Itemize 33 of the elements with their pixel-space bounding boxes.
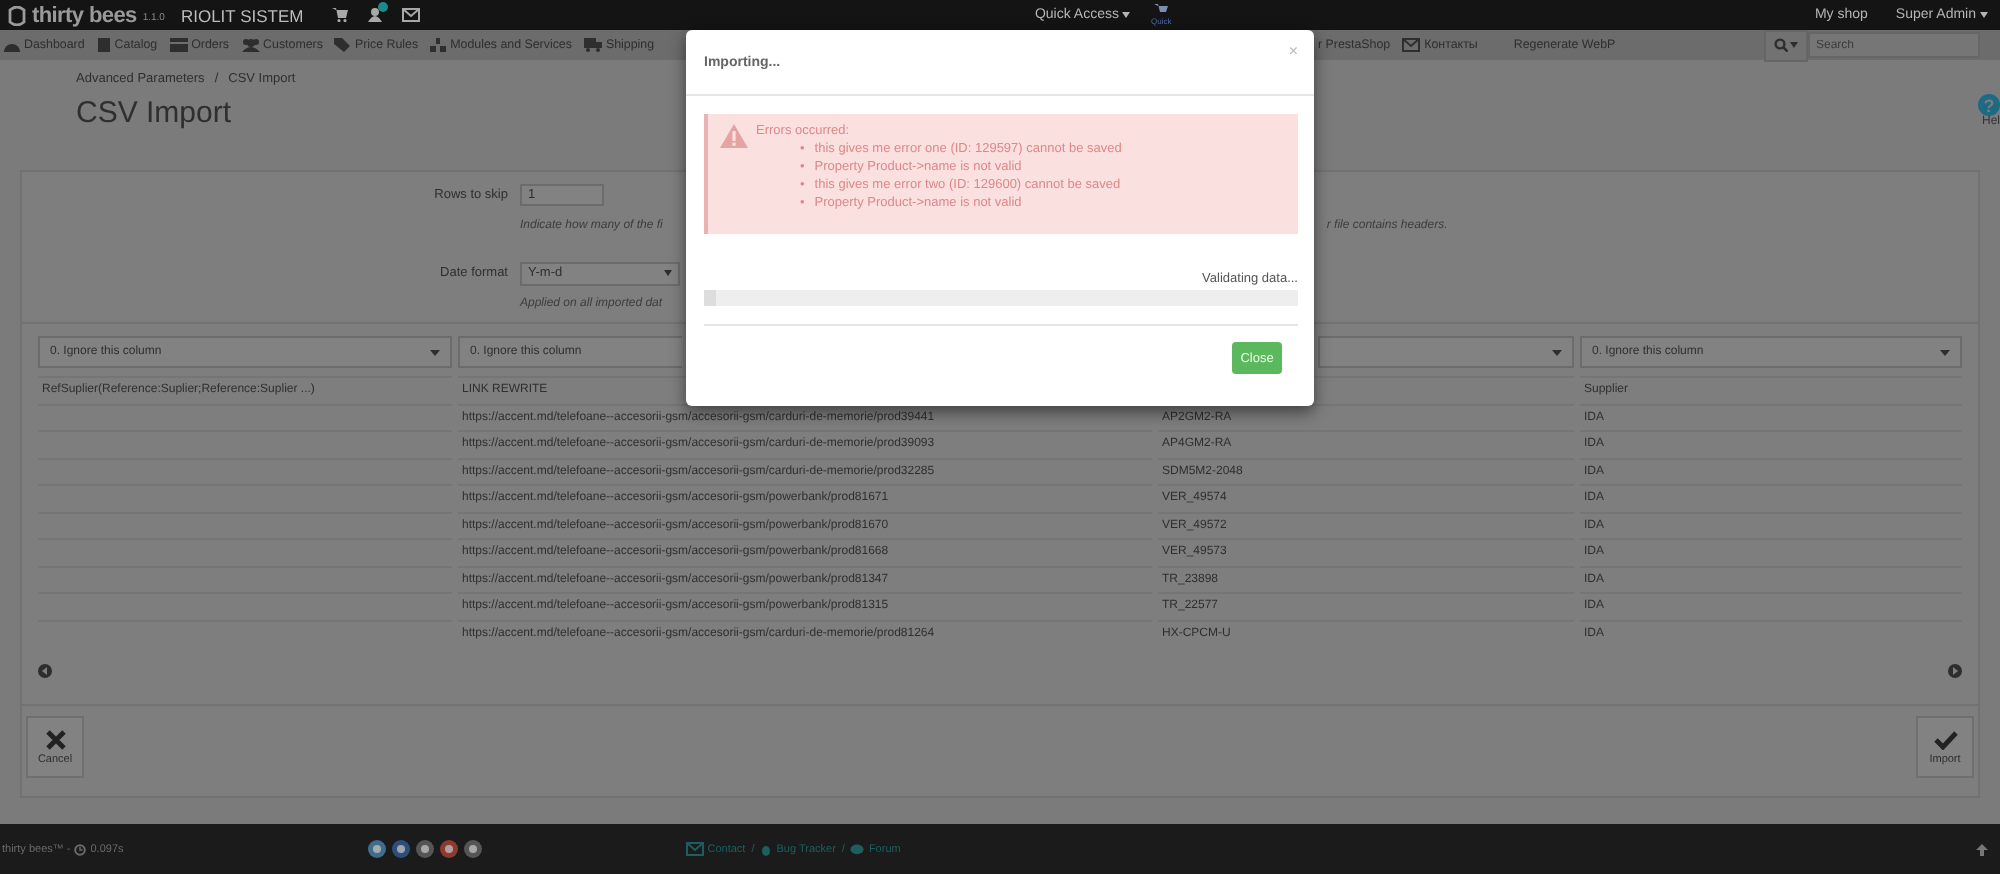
envelope-icon — [685, 842, 704, 856]
envelope-icon — [1402, 38, 1421, 52]
caret-icon — [1122, 12, 1131, 18]
warning-icon — [720, 124, 748, 148]
caret-icon — [664, 270, 672, 276]
cart-icon — [1154, 4, 1169, 16]
card-icon — [169, 38, 188, 52]
chat-icon — [850, 843, 865, 855]
caret-icon — [1940, 349, 1950, 355]
brand-name[interactable]: thirty bees — [32, 3, 137, 27]
tag-icon — [334, 38, 351, 52]
caret-icon — [1552, 349, 1562, 355]
close-icon — [45, 729, 65, 749]
notification-badge — [377, 2, 388, 12]
book-icon — [96, 38, 111, 52]
check-icon — [1933, 729, 1957, 749]
caret-icon — [1790, 42, 1798, 48]
shop-name[interactable]: RIOLIT SISTEM — [180, 5, 304, 25]
search-icon — [1774, 38, 1788, 52]
sitemap-icon — [430, 38, 447, 52]
users-icon — [241, 38, 260, 52]
truck-icon — [583, 38, 602, 52]
caret-icon — [430, 349, 440, 355]
clock-icon — [74, 843, 87, 855]
cart-icon[interactable] — [331, 8, 348, 22]
search-dropdown[interactable] — [1764, 29, 1808, 61]
caret-icon — [1980, 12, 1988, 18]
page-title: CSV Import — [76, 96, 234, 130]
close-icon[interactable]: × — [1288, 42, 1298, 60]
gauge-icon — [4, 38, 20, 52]
person-icon[interactable] — [367, 8, 382, 22]
envelope-icon — [401, 8, 420, 22]
up-arrow-icon[interactable] — [1976, 843, 1988, 855]
